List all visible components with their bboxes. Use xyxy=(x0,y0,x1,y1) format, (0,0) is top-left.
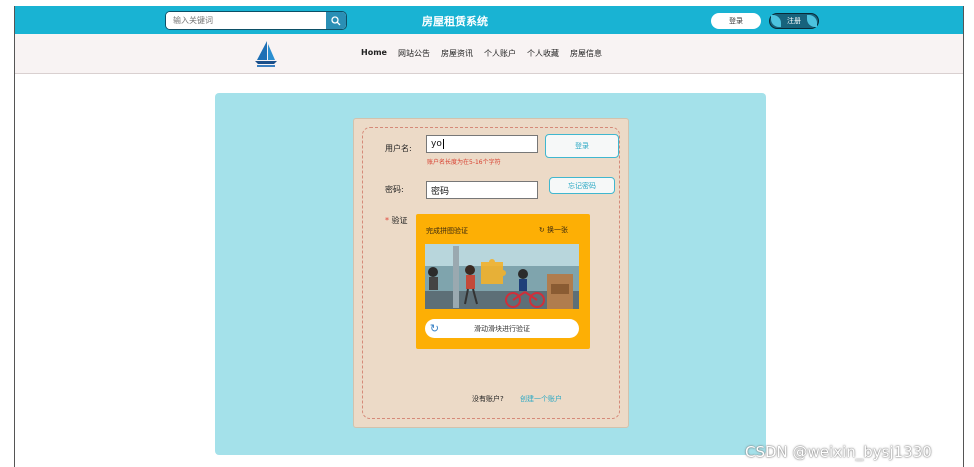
password-field[interactable]: 密码 xyxy=(426,181,538,199)
captcha-refresh-button[interactable]: ↻ 换一张 xyxy=(539,225,568,235)
slider-hint: 滑动滑块进行验证 xyxy=(474,325,530,333)
captcha-refresh-label: 换一张 xyxy=(547,226,568,234)
captcha-title: 完成拼图验证 xyxy=(426,227,468,235)
login-submit-button[interactable]: 登录 xyxy=(545,134,619,158)
nav-bar: Home 网站公告 房屋资讯 个人账户 个人收藏 房屋信息 xyxy=(15,34,963,74)
no-account-text: 没有账户? xyxy=(472,395,504,403)
main-nav: Home 网站公告 房屋资讯 个人账户 个人收藏 房屋信息 xyxy=(361,48,602,59)
csdn-watermark: CSDN @weixin_bysj1330 xyxy=(745,443,932,461)
nav-favorites[interactable]: 个人收藏 xyxy=(527,48,559,59)
username-field[interactable]: yo xyxy=(426,135,538,153)
captcha-label: * 验证 xyxy=(385,215,408,226)
nav-house-info[interactable]: 房屋信息 xyxy=(570,48,602,59)
username-label: 用户名: xyxy=(385,144,412,153)
search-box xyxy=(165,11,347,30)
captcha-puzzle-image xyxy=(425,244,579,309)
forgot-password-button[interactable]: 忘记密码 xyxy=(549,177,615,194)
nav-account[interactable]: 个人账户 xyxy=(484,48,516,59)
nav-home[interactable]: Home xyxy=(361,48,387,59)
captcha-label-text: 验证 xyxy=(391,216,408,225)
search-icon xyxy=(331,15,341,25)
register-label: 注册 xyxy=(787,17,801,25)
refresh-icon: ↻ xyxy=(538,226,545,234)
search-input[interactable] xyxy=(166,12,326,29)
login-card: 用户名: yo 账户名长度为在5-16个字符 登录 密码: 密码 忘记密码 * … xyxy=(353,118,629,428)
captcha-widget: 完成拼图验证 ↻ 换一张 ↻ 滑动滑块进行验证 xyxy=(416,214,590,349)
site-title: 房屋租赁系统 xyxy=(422,15,488,28)
required-mark: * xyxy=(385,216,389,225)
browser-frame: 房屋租赁系统 登录 注册 Home 网站公告 房屋资讯 个人账户 个人收藏 房屋… xyxy=(14,6,964,467)
username-error: 账户名长度为在5-16个字符 xyxy=(427,159,501,166)
register-button[interactable]: 注册 xyxy=(769,13,819,29)
login-button[interactable]: 登录 xyxy=(711,13,761,29)
captcha-slider-track[interactable]: ↻ 滑动滑块进行验证 xyxy=(425,319,579,338)
nav-announcements[interactable]: 网站公告 xyxy=(398,48,430,59)
top-bar: 房屋租赁系统 登录 注册 xyxy=(15,6,963,34)
sailboat-logo-icon[interactable] xyxy=(253,40,279,68)
search-button[interactable] xyxy=(326,12,346,29)
create-account-link[interactable]: 创建一个账户 xyxy=(520,394,562,404)
text-caret xyxy=(442,139,444,149)
nav-house-news[interactable]: 房屋资讯 xyxy=(441,48,473,59)
password-value: 密码 xyxy=(431,186,450,197)
password-label: 密码: xyxy=(385,185,404,194)
username-value: yo xyxy=(431,139,442,149)
leaf-decoration xyxy=(771,15,781,27)
leaf-decoration xyxy=(807,15,817,27)
